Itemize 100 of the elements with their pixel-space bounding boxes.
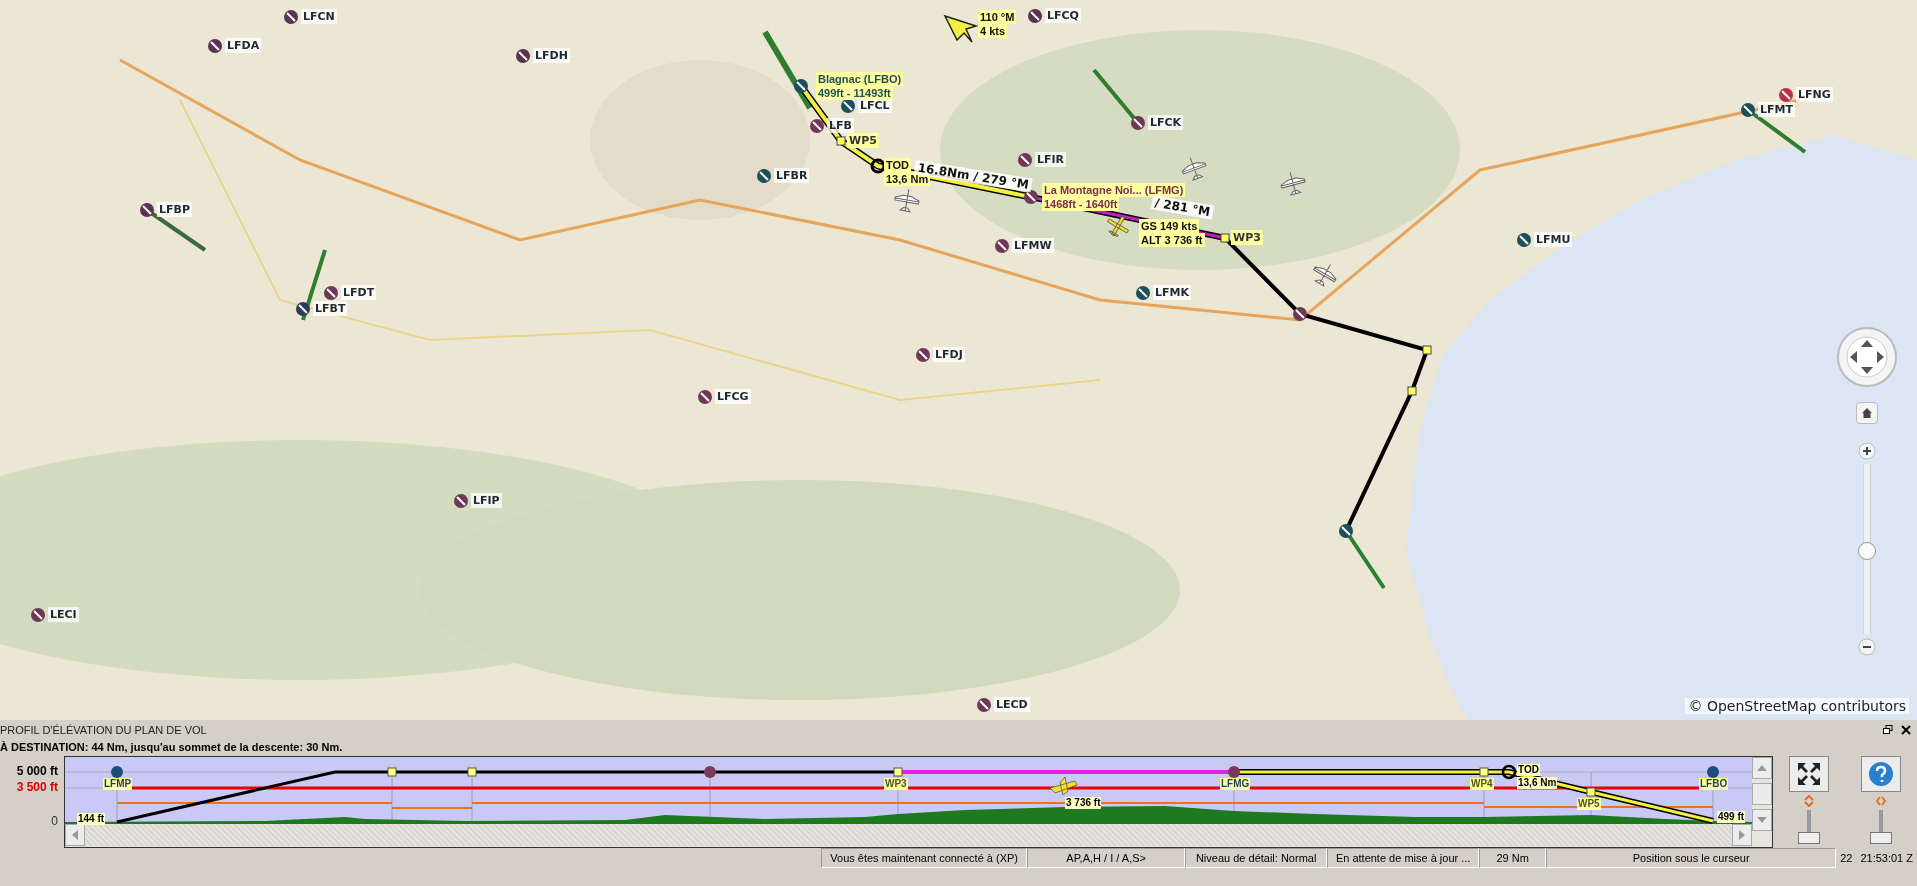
slider-thumb[interactable] xyxy=(1870,832,1892,844)
pan-control[interactable] xyxy=(1836,326,1898,388)
airport-label[interactable]: LFMK xyxy=(1153,285,1191,300)
airport-label[interactable]: LFCQ xyxy=(1045,8,1081,23)
wind-arrow-icon xyxy=(943,14,979,43)
airport-label[interactable]: LFBP xyxy=(157,202,192,217)
top-of-descent-icon xyxy=(870,158,886,174)
waypoint-label: LFMG xyxy=(1220,778,1251,790)
elevation-text: 499ft - 11493ft xyxy=(816,86,893,100)
airport-icon xyxy=(1339,524,1353,538)
airport-icon[interactable] xyxy=(810,119,824,133)
altitude-text: 3 736 ft xyxy=(1065,797,1102,809)
elevation-text: 1468ft - 1640ft xyxy=(1042,197,1120,211)
airport-icon[interactable] xyxy=(977,698,991,712)
airport-icon[interactable] xyxy=(1517,233,1531,247)
float-icon[interactable] xyxy=(1883,724,1893,735)
airport-icon[interactable] xyxy=(698,390,712,404)
airport-label[interactable]: LFIR xyxy=(1035,152,1067,167)
waypoint-label: LFBO xyxy=(1699,778,1729,790)
airport-icon[interactable] xyxy=(995,239,1009,253)
expand-arrows-icon xyxy=(1796,761,1822,787)
horizontal-caret-icon xyxy=(1876,795,1886,807)
airport-label[interactable]: LFNG xyxy=(1796,87,1833,102)
airport-label[interactable]: LFB xyxy=(827,118,854,133)
airport-label[interactable]: LFMU xyxy=(1534,232,1573,247)
status-cell: AP,A,H / I / A,S> xyxy=(1027,848,1186,868)
airport-label[interactable]: LFMT xyxy=(1758,102,1795,117)
waypoint-icon xyxy=(836,136,846,146)
altitude-label: 5 000 ft xyxy=(16,764,58,778)
airport-icon[interactable] xyxy=(1136,286,1150,300)
waypoint-label: LFMP xyxy=(103,778,133,790)
airport-icon[interactable] xyxy=(757,169,771,183)
waypoint-icon xyxy=(1422,345,1432,355)
help-icon xyxy=(1868,761,1894,787)
airport-icon[interactable] xyxy=(516,49,530,63)
scrollbar-thumb[interactable] xyxy=(1752,783,1772,805)
waypoint-label: TOD xyxy=(1517,764,1540,776)
airport-label[interactable]: LFBT xyxy=(313,301,348,316)
attribution-text: © OpenStreetMap contributors xyxy=(1685,698,1909,714)
airport-icon[interactable] xyxy=(324,286,338,300)
airport-label[interactable]: LFCK xyxy=(1148,115,1184,130)
airport-icon[interactable] xyxy=(208,39,222,53)
airport-icon xyxy=(794,79,808,93)
airport-label[interactable]: LFDJ xyxy=(933,347,965,362)
home-button[interactable] xyxy=(1856,402,1878,424)
airport-icon[interactable] xyxy=(296,302,310,316)
airport-label[interactable]: LFIP xyxy=(471,493,502,508)
waypoint-icon xyxy=(1407,386,1417,396)
airport-label[interactable]: LFDA xyxy=(225,38,262,53)
airport-name: La Montagne Noi... (LFMG) xyxy=(1042,183,1186,197)
airport-icon xyxy=(1293,307,1307,321)
help-button[interactable] xyxy=(1861,756,1901,792)
status-cell: Vous êtes maintenant connecté à (XP) xyxy=(821,848,1028,868)
left-arrow-icon xyxy=(71,830,79,840)
right-arrow-icon xyxy=(1738,830,1746,840)
vertical-caret-icon xyxy=(1804,795,1814,807)
waypoint-label: TOD xyxy=(884,158,912,172)
wind-speed-text: 4 kts xyxy=(978,24,1008,38)
airport-icon[interactable] xyxy=(1779,88,1793,102)
airport-label[interactable]: LFDT xyxy=(341,285,377,300)
waypoint-label: WP3 xyxy=(884,778,908,790)
airport-label[interactable]: LFBR xyxy=(774,168,810,183)
panel-title: PROFIL D'ÉLÉVATION DU PLAN DE VOL xyxy=(0,723,208,736)
down-arrow-icon xyxy=(1757,816,1767,824)
airport-label[interactable]: LFCN xyxy=(301,9,337,24)
altitude-label: 3 500 ft xyxy=(16,780,58,794)
wind-direction-text: 110 °M xyxy=(978,10,1017,24)
airport-icon[interactable] xyxy=(1131,116,1145,130)
airport-label[interactable]: LECI xyxy=(48,607,79,622)
airport-icon[interactable] xyxy=(1028,9,1042,23)
altitude-label: 0 xyxy=(51,814,58,828)
slider-thumb[interactable] xyxy=(1798,832,1820,844)
waypoint-label: WP3 xyxy=(1231,230,1263,245)
airport-icon[interactable] xyxy=(284,10,298,24)
airport-label[interactable]: LFCG xyxy=(715,389,751,404)
waypoint-label: WP5 xyxy=(1577,798,1601,810)
airplane-icon[interactable] xyxy=(1107,215,1129,238)
status-cell: 29 Nm xyxy=(1479,848,1547,868)
airport-icon[interactable] xyxy=(916,348,930,362)
airport-icon[interactable] xyxy=(140,203,154,217)
ground-speed-text: GS 149 kts xyxy=(1139,219,1200,233)
up-arrow-icon xyxy=(1757,764,1767,772)
airport-label[interactable]: LFDH xyxy=(533,48,570,63)
airport-icon[interactable] xyxy=(31,608,45,622)
home-icon xyxy=(1861,407,1873,419)
airport-icon[interactable] xyxy=(1741,103,1755,117)
zoom-out-icon[interactable] xyxy=(1858,638,1876,656)
airport-icon[interactable] xyxy=(1018,153,1032,167)
airport-icon[interactable] xyxy=(454,494,468,508)
zoom-in-icon[interactable] xyxy=(1858,442,1876,460)
airport-icon xyxy=(1024,190,1038,204)
airport-icon[interactable] xyxy=(841,99,855,113)
close-icon[interactable] xyxy=(1901,724,1911,735)
fit-button[interactable] xyxy=(1789,756,1829,792)
airport-label[interactable]: LECD xyxy=(994,697,1030,712)
status-cell: Niveau de détail: Normal xyxy=(1185,848,1328,868)
airport-label[interactable]: LFMW xyxy=(1012,238,1054,253)
summary-text: À DESTINATION: 44 Nm, jusqu'au sommet de la descente: 30 Nm. xyxy=(0,740,344,755)
distance-text: 13,6 Nm xyxy=(1517,777,1558,789)
waypoint-label: WP5 xyxy=(847,133,879,148)
